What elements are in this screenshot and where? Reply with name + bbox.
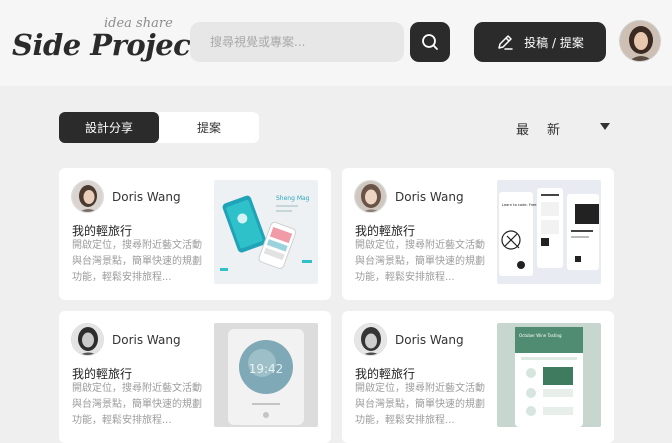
project-card[interactable]: Doris Wang 我的輕旅行 開啟定位，搜尋附近藝文活動與台灣景點，簡單快速… (59, 311, 331, 443)
project-thumbnail: 19:42 (214, 323, 318, 427)
card-title: 我的輕旅行 (355, 224, 416, 238)
project-thumbnail: Sheng Mag (214, 180, 318, 284)
sort-dropdown[interactable]: 最新 (516, 117, 612, 139)
user-avatar-image (620, 21, 660, 61)
project-thumbnail: Learn to code. Free for students. (497, 180, 601, 284)
card-title: 我的輕旅行 (72, 367, 133, 381)
search-icon (422, 34, 438, 50)
category-tabs: 設計分享 提案 (59, 112, 259, 143)
project-thumbnail: October Wine Tasting (497, 323, 601, 427)
search-button[interactable] (410, 22, 450, 62)
thumbnail-app-label: Sheng Mag (276, 195, 310, 202)
card-description: 開啟定位，搜尋附近藝文活動與台灣景點，簡單快速的規劃功能，輕鬆安排旅程... (72, 383, 202, 426)
thumbnail-header: October Wine Tasting (519, 333, 562, 338)
card-title: 我的輕旅行 (355, 367, 416, 381)
author-avatar (71, 323, 104, 356)
post-button-label: 投稿 / 提案 (524, 35, 584, 50)
author-name: Doris Wang (112, 190, 181, 204)
project-card[interactable]: Doris Wang 我的輕旅行 開啟定位，搜尋附近藝文活動與台灣景點，簡單快速… (342, 168, 614, 300)
card-title: 我的輕旅行 (72, 224, 133, 238)
search-input[interactable] (190, 22, 404, 62)
thumbnail-time: 19:42 (249, 362, 284, 376)
caret-down-icon (600, 123, 610, 130)
card-description: 開啟定位，搜尋附近藝文活動與台灣景點，簡單快速的規劃功能，輕鬆安排旅程... (355, 383, 485, 426)
logo[interactable]: Side Project (12, 28, 204, 62)
author-avatar (71, 180, 104, 213)
sort-selected-label: 最新 (516, 122, 579, 138)
tab-proposal[interactable]: 提案 (159, 112, 259, 143)
author-name: Doris Wang (395, 333, 464, 347)
author-name: Doris Wang (112, 333, 181, 347)
user-avatar[interactable] (619, 20, 661, 62)
post-proposal-button[interactable]: 投稿 / 提案 (474, 22, 606, 62)
card-description: 開啟定位，搜尋附近藝文活動與台灣景點，簡單快速的規劃功能，輕鬆安排旅程... (355, 240, 485, 283)
author-name: Doris Wang (395, 190, 464, 204)
pencil-icon (498, 35, 513, 50)
author-avatar (354, 323, 387, 356)
card-description: 開啟定位，搜尋附近藝文活動與台灣景點，簡單快速的規劃功能，輕鬆安排旅程... (72, 240, 202, 283)
project-card[interactable]: Doris Wang 我的輕旅行 開啟定位，搜尋附近藝文活動與台灣景點，簡單快速… (59, 168, 331, 300)
tab-design-share[interactable]: 設計分享 (59, 112, 159, 143)
search-field[interactable] (190, 22, 404, 62)
author-avatar (354, 180, 387, 213)
project-card[interactable]: Doris Wang 我的輕旅行 開啟定位，搜尋附近藝文活動與台灣景點，簡單快速… (342, 311, 614, 443)
top-header: idea share Side Project 投稿 / 提案 (0, 0, 672, 86)
